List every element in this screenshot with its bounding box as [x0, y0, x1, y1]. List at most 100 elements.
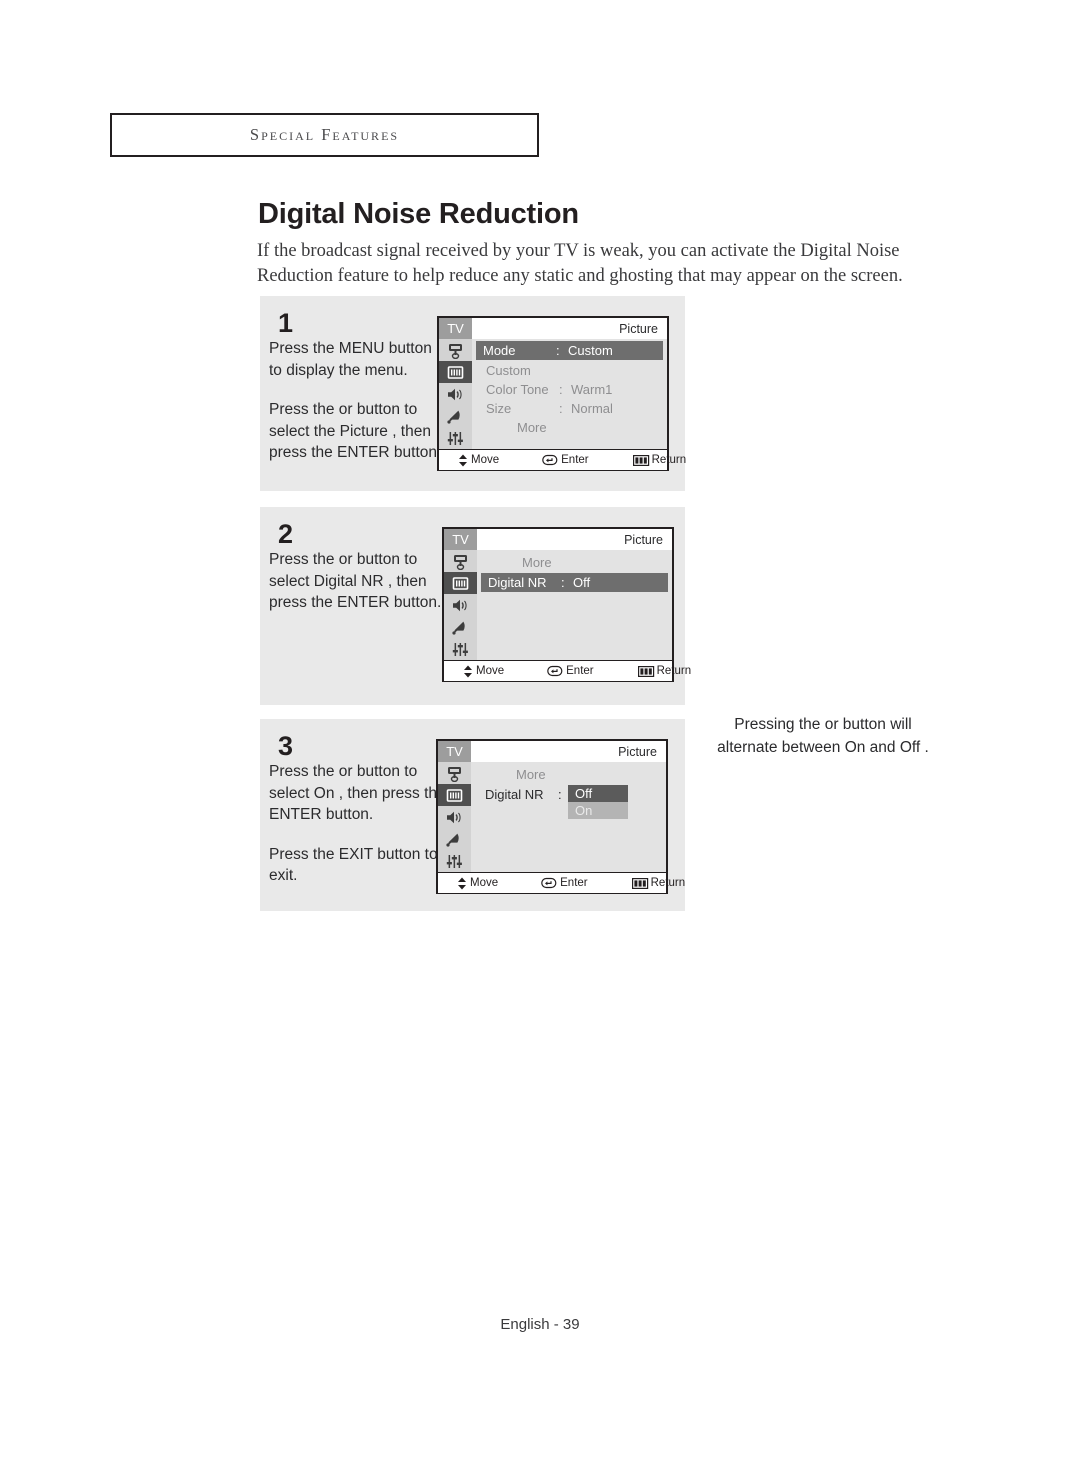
picture-icon[interactable]: [439, 361, 472, 383]
picture-icon[interactable]: [438, 784, 471, 806]
osd-row-label: More: [516, 767, 546, 782]
osd-row-label: Mode: [483, 343, 516, 358]
osd-tv-tag: TV: [438, 741, 471, 762]
osd-move-label: Move: [470, 877, 499, 889]
speaker-icon[interactable]: [444, 594, 477, 616]
osd-body: More Digital NR : O Off On: [438, 762, 666, 872]
enter-key-icon: [547, 665, 563, 677]
input-jack-icon[interactable]: [439, 339, 472, 361]
osd-row-label: More: [517, 420, 547, 435]
updown-arrow-icon: [464, 665, 472, 677]
step-number-2: 2: [278, 519, 294, 549]
osd-tv-tag: TV: [439, 318, 472, 339]
step-number-1: 1: [278, 308, 294, 338]
updown-arrow-icon: [458, 877, 466, 889]
osd-row-label: Digital NR: [485, 787, 544, 802]
page-footer: English - 39: [500, 1316, 580, 1333]
step-2-paragraph-1: Press the or button to select Digital NR…: [269, 551, 442, 611]
step-3-paragraph-1: Press the or button to select On , then …: [269, 763, 446, 823]
osd-content-1: Mode : Custom Custom Color Tone : Warm1 …: [472, 339, 667, 449]
osd-title: Picture: [618, 744, 657, 759]
osd-row[interactable]: Size : Normal: [479, 399, 660, 418]
osd-screen-1: TV Picture Mode: Custom Custom Color To…: [437, 316, 686, 471]
osd-enter-label: Enter: [560, 877, 588, 889]
osd-return-label: Return: [651, 454, 687, 466]
osd-row[interactable]: Mode : Custom: [476, 341, 663, 360]
osd-move-hint: Move: [457, 454, 499, 467]
input-jack-icon[interactable]: [438, 762, 471, 784]
osd-return-hint: Return: [632, 454, 687, 466]
osd-return-hint: Return: [637, 665, 692, 677]
osd-row-value: Normal: [571, 401, 613, 416]
input-jack-icon[interactable]: [444, 550, 477, 572]
osd-row-colon: :: [559, 401, 563, 416]
osd-enter-label: Enter: [561, 454, 589, 466]
osd-row-label: Digital NR: [488, 575, 547, 590]
step-number-3: 3: [278, 731, 294, 761]
osd-row-label: Custom: [486, 363, 531, 378]
step-1-paragraph-1: Press the MENU button to display the men…: [269, 340, 432, 379]
dropdown-option-on[interactable]: On: [568, 802, 628, 819]
page-title: Digital Noise Reduction: [258, 198, 579, 230]
dropdown-option-off[interactable]: Off: [568, 785, 628, 802]
osd-title: Picture: [624, 532, 663, 547]
osd-body: Mode : Custom Custom Color Tone : Warm1 …: [439, 339, 667, 449]
enter-key-icon: [542, 454, 558, 466]
osd-row-colon: :: [556, 343, 560, 358]
osd-enter-hint: Enter: [547, 665, 594, 677]
osd-screen-2: TV Picture More Digital NR: Off Move En…: [442, 527, 691, 682]
osd-row-more[interactable]: More: [479, 418, 660, 437]
chapter-header-label: Special Features: [249, 125, 400, 144]
step-3-paragraph-2: Press the EXIT button to exit.: [269, 845, 438, 885]
osd-tv-tag: TV: [444, 529, 477, 550]
osd-row-more[interactable]: More: [478, 765, 659, 784]
satellite-dish-icon[interactable]: [438, 828, 471, 850]
osd-row-value: Custom: [568, 343, 613, 358]
osd-return-hint: Return: [631, 877, 685, 889]
digital-nr-dropdown[interactable]: Off On: [568, 785, 628, 819]
osd-icon-rail: [438, 762, 471, 872]
side-note: Pressing the or button will alternate be…: [697, 713, 949, 759]
osd-move-hint: Move: [456, 877, 498, 890]
menu-return-icon: [637, 665, 654, 677]
intro-paragraph: If the broadcast signal received by your…: [257, 241, 903, 286]
setup-sliders-icon[interactable]: [439, 427, 472, 449]
enter-key-icon: [541, 877, 557, 889]
osd-enter-label: Enter: [566, 665, 594, 677]
setup-sliders-icon[interactable]: [444, 638, 477, 660]
osd-move-label: Move: [476, 665, 505, 677]
osd-title: Picture: [619, 321, 658, 336]
osd-row-value: Off: [573, 575, 591, 590]
osd-topbar: TV Picture: [439, 318, 667, 339]
speaker-icon[interactable]: [438, 806, 471, 828]
setup-sliders-icon[interactable]: [438, 850, 471, 872]
picture-icon[interactable]: [444, 572, 477, 594]
osd-row-label: Size: [486, 401, 512, 416]
osd-row[interactable]: Digital NR : Off: [481, 573, 668, 592]
osd-bottom-bar-1: Move Enter Return: [439, 449, 686, 470]
osd-return-label: Return: [656, 665, 692, 677]
osd-content-3: More Digital NR : O Off On: [471, 762, 666, 872]
menu-return-icon: [632, 454, 649, 466]
osd-body: More Digital NR : Off: [444, 550, 672, 660]
satellite-dish-icon[interactable]: [439, 405, 472, 427]
chapter-header-box: Special Features: [110, 113, 539, 157]
osd-bottom-bar-3: Move Enter Return: [438, 872, 685, 893]
step-panel-2: 2 Press the or button to select Digital …: [260, 507, 691, 705]
speaker-icon[interactable]: [439, 383, 472, 405]
side-note-line-2: alternate between On and Off .: [717, 739, 929, 756]
osd-enter-hint: Enter: [542, 454, 589, 466]
osd-row-more[interactable]: More: [484, 553, 665, 572]
osd-row[interactable]: Custom: [479, 361, 660, 380]
step-panel-1: 1 Press the MENU button to display the m…: [260, 296, 686, 491]
osd-icon-rail: [439, 339, 472, 449]
osd-row-colon: :: [558, 787, 562, 802]
menu-return-icon: [631, 877, 648, 889]
satellite-dish-icon[interactable]: [444, 616, 477, 638]
osd-move-hint: Move: [462, 665, 504, 678]
osd-topbar: TV Picture: [444, 529, 672, 550]
osd-enter-hint: Enter: [541, 877, 588, 889]
osd-row[interactable]: Color Tone : Warm1: [479, 380, 660, 399]
osd-row-colon: :: [561, 575, 565, 590]
step-1-paragraph-2: Press the or button to select the Pictur…: [269, 401, 442, 461]
